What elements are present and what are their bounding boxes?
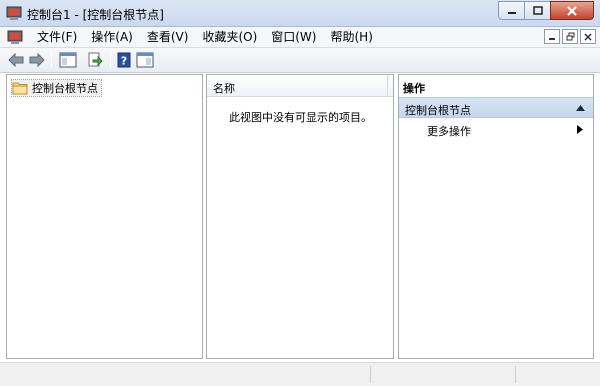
- console-tree-pane: 控制台根节点: [6, 74, 203, 359]
- toolbar-separator: [51, 52, 52, 68]
- close-icon: [584, 32, 592, 41]
- menu-view[interactable]: 查看(V): [140, 30, 196, 45]
- list-header: 名称: [207, 75, 393, 97]
- result-list-pane: 名称 此视图中没有可显示的项目。: [206, 74, 394, 359]
- minimize-icon: [549, 37, 555, 40]
- column-divider[interactable]: [387, 75, 388, 96]
- more-actions-item[interactable]: 更多操作: [399, 121, 593, 139]
- menu-file[interactable]: 文件(F): [30, 30, 84, 45]
- menu-action[interactable]: 操作(A): [84, 30, 140, 45]
- toolbar-separator: [110, 52, 111, 68]
- show-hide-action-pane-icon: [136, 52, 154, 68]
- back-button[interactable]: [6, 51, 26, 69]
- help-icon: ?: [117, 52, 131, 68]
- collapse-up-icon[interactable]: [576, 105, 585, 111]
- actions-pane-title: 操作: [403, 82, 425, 95]
- tree-node-console-root[interactable]: 控制台根节点: [11, 79, 102, 97]
- close-icon: [567, 5, 577, 16]
- menu-window[interactable]: 窗口(W): [264, 30, 323, 45]
- show-hide-tree-button[interactable]: [58, 51, 78, 69]
- menu-help[interactable]: 帮助(H): [323, 30, 379, 45]
- status-bar: [0, 362, 600, 386]
- action-pane: 操作 控制台根节点 更多操作: [398, 74, 594, 359]
- back-arrow-icon: [8, 53, 24, 67]
- minimize-button[interactable]: [498, 1, 525, 20]
- svg-text:?: ?: [121, 55, 127, 68]
- actions-section-label: 控制台根节点: [405, 104, 471, 117]
- status-segment: [515, 366, 516, 383]
- child-minimize-button[interactable]: [544, 29, 560, 44]
- child-window-controls: [542, 29, 596, 44]
- minimize-icon: [507, 11, 516, 14]
- maximize-button[interactable]: [524, 1, 551, 20]
- show-hide-tree-icon: [59, 52, 77, 68]
- console-menu-icon[interactable]: [7, 29, 23, 45]
- help-button[interactable]: ?: [114, 51, 134, 69]
- forward-button[interactable]: [27, 51, 47, 69]
- close-button[interactable]: [550, 1, 594, 20]
- title-bar: 控制台1 - [控制台根节点]: [0, 0, 600, 27]
- show-hide-action-pane-button[interactable]: [135, 51, 155, 69]
- toolbar: ?: [0, 48, 600, 73]
- mmc-console-icon: [6, 6, 22, 20]
- empty-list-message: 此视图中没有可显示的项目。: [229, 111, 372, 124]
- tree-node-label: 控制台根节点: [32, 82, 98, 95]
- status-segment: [370, 366, 371, 383]
- more-actions-label: 更多操作: [427, 125, 471, 138]
- window-title: 控制台1 - [控制台根节点]: [27, 8, 164, 22]
- actions-section-header[interactable]: 控制台根节点: [399, 97, 593, 118]
- window-controls: [498, 1, 594, 20]
- folder-icon: [12, 82, 28, 95]
- forward-arrow-icon: [29, 53, 45, 67]
- child-restore-button[interactable]: [562, 29, 578, 44]
- menu-items: 文件(F) 操作(A) 查看(V) 收藏夹(O) 窗口(W) 帮助(H): [30, 30, 380, 45]
- export-list-icon: [88, 52, 103, 67]
- menu-favorites[interactable]: 收藏夹(O): [195, 30, 264, 45]
- column-header-name[interactable]: 名称: [213, 80, 235, 96]
- child-close-button[interactable]: [580, 29, 596, 44]
- restore-icon: [566, 32, 574, 41]
- submenu-arrow-icon: [577, 125, 583, 134]
- export-list-button[interactable]: [85, 51, 105, 69]
- maximize-icon: [532, 6, 543, 15]
- menu-bar: 文件(F) 操作(A) 查看(V) 收藏夹(O) 窗口(W) 帮助(H): [0, 27, 600, 48]
